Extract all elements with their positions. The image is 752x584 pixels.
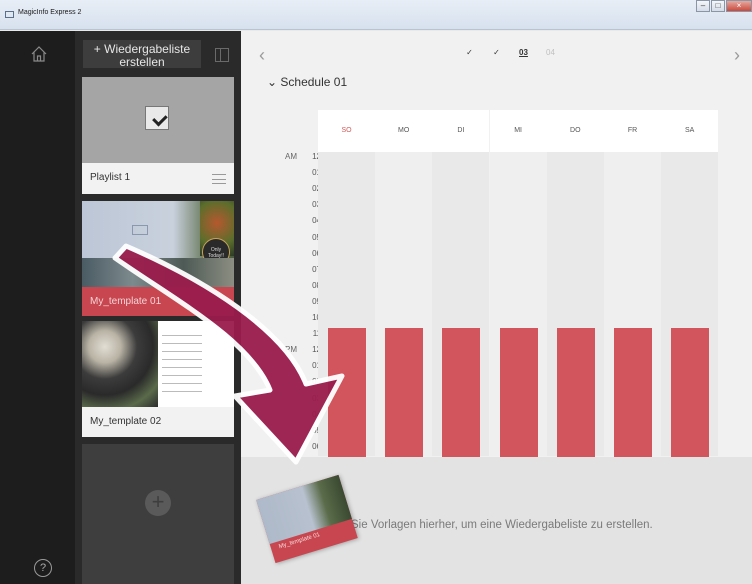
hour-label: PM 12 [281,345,321,354]
hour-label: 06 [281,442,321,451]
pm-label: PM [285,345,297,355]
day-body[interactable] [604,152,661,498]
food-image [82,321,158,407]
am-label: AM [285,152,297,161]
photo-strip [82,258,234,287]
nav-bar: ? [0,31,75,584]
day-column[interactable]: FR [604,110,661,498]
day-header: SA [661,110,719,152]
hour-label: 03 [281,394,321,403]
template-thumbnail: Only Today!! [82,201,234,287]
day-body[interactable] [661,152,719,498]
hour-label: 02 [281,184,321,193]
day-header: MO [375,110,433,152]
day-body[interactable] [489,152,547,498]
template-thumbnail [82,321,234,407]
day-body[interactable] [318,152,375,498]
hour-label: 05 [281,426,321,435]
hour-label: 10 [281,313,321,322]
window-controls: – □ × [695,0,752,12]
day-column[interactable]: SO [318,110,375,498]
plus-icon: + [145,490,171,516]
hour-label: 09 [281,297,321,306]
window-title: MagicInfo Express 2 [18,9,82,16]
day-column[interactable]: MO [375,110,433,498]
drop-zone-hint: Sie Vorlagen hierher, um eine Wiedergabe… [351,519,653,531]
playlist-card[interactable]: Playlist 1 [82,77,234,194]
hour-label: 01 [281,168,321,177]
day-column[interactable]: MI [489,110,547,498]
app-window: MagicInfo Express 2 – □ × ? + Wiedergabe… [0,0,752,584]
hour-label: 07 [281,265,321,274]
prev-step-chevron-icon[interactable]: ‹ [259,45,265,66]
day-header: DI [432,110,490,152]
step-1[interactable]: ✓ [456,48,483,57]
day-column[interactable]: DI [432,110,490,498]
hour-label: 06 [281,249,321,258]
hour-label: 08 [281,281,321,290]
day-header: DO [546,110,604,152]
template-label: My_template 01 [82,287,234,316]
hour-label: 04 [281,216,321,225]
day-header: SO [318,110,375,152]
menu-icon[interactable] [212,174,226,184]
playlist-name: Playlist 1 [90,172,131,183]
playlist-thumbnail [82,77,234,163]
add-template-card[interactable]: + [82,444,234,584]
new-playlist-button[interactable]: + Wiedergabeliste erstellen [83,40,201,69]
step-4: 04 [546,48,555,57]
day-header: FR [604,110,661,152]
step-3[interactable]: 03 [510,48,537,57]
title-bar: MagicInfo Express 2 – □ × [0,0,752,30]
schedule-name: Schedule 01 [280,75,348,89]
day-header: MI [489,110,547,152]
day-body[interactable] [375,152,433,498]
step-indicator: ✓ ✓ 03 04 [456,48,564,57]
hour-label: 03 [281,200,321,209]
day-column[interactable]: SA [661,110,719,498]
day-body[interactable] [546,152,604,498]
hour-label: 02 [281,377,321,386]
maximize-button[interactable]: □ [711,0,725,12]
display-icon [132,225,148,235]
step-2[interactable]: ✓ [483,48,510,57]
day-column[interactable]: DO [546,110,604,498]
hour-label: 01 [281,361,321,370]
menu-text-lines [162,335,228,399]
close-button[interactable]: × [726,0,752,12]
schedule-title[interactable]: ⌄ Schedule 01 [267,75,347,89]
template-panel: + Wiedergabeliste erstellen Playlist 1 O… [75,31,241,584]
app-icon [5,11,14,18]
hour-label: 04 [281,410,321,419]
template-card[interactable]: My_template 02 [82,321,234,437]
template-card[interactable]: Only Today!! My_template 01 [82,201,234,316]
playlist-label: Playlist 1 [82,163,234,194]
help-icon[interactable]: ? [34,559,52,577]
minimize-button[interactable]: – [696,0,710,12]
hour-label: 11 [281,329,321,338]
chevron-down-icon[interactable]: ⌄ [267,75,277,89]
selected-check-icon [145,106,169,130]
layout-toggle-icon[interactable] [215,48,229,62]
home-icon[interactable] [30,45,48,63]
hour-label: AM 12 [281,152,321,161]
day-body[interactable] [432,152,490,498]
next-step-chevron-icon[interactable]: › [734,45,740,66]
hour-label: 05 [281,233,321,242]
template-label: My_template 02 [82,407,234,437]
